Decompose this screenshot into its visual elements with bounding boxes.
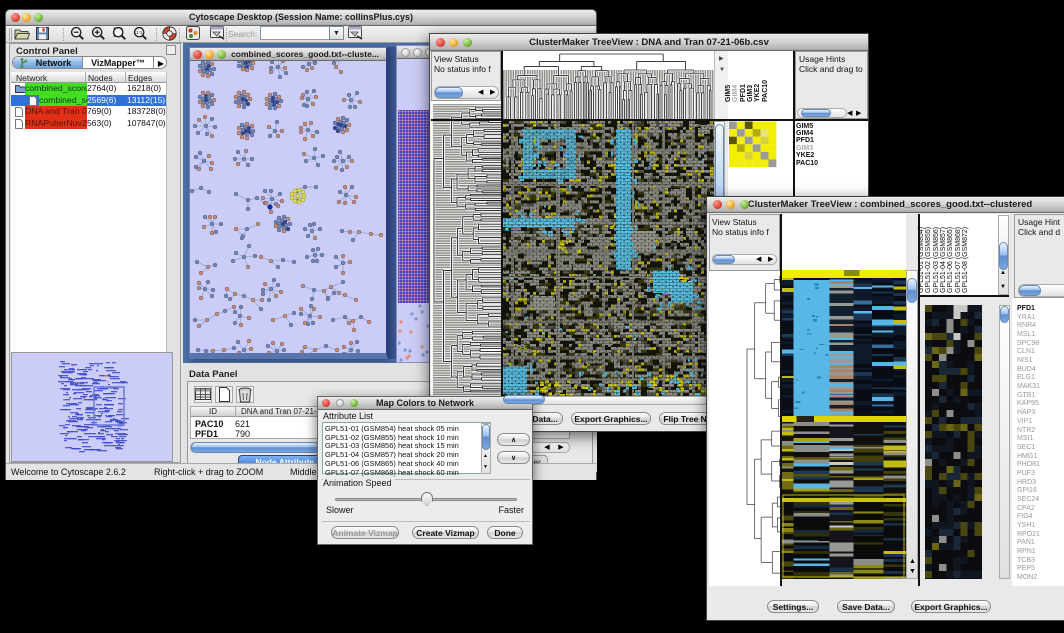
svg-text:1:1: 1:1: [136, 30, 143, 35]
